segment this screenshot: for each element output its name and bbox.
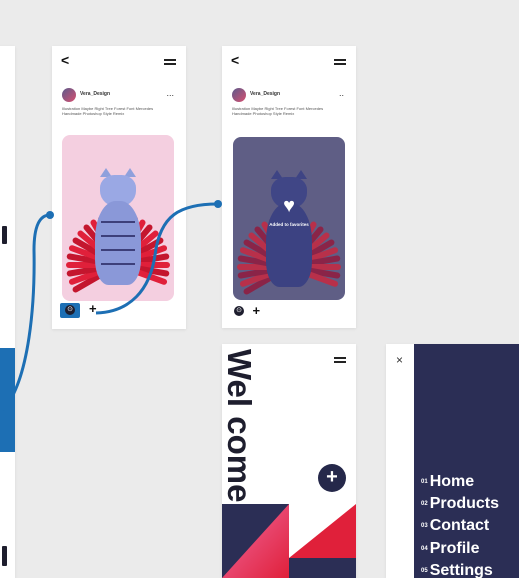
connector-node — [214, 200, 222, 208]
connector-line — [1, 213, 51, 412]
connector-node — [46, 211, 54, 219]
connector-line — [95, 202, 219, 315]
flow-connectors — [1, 200, 222, 412]
